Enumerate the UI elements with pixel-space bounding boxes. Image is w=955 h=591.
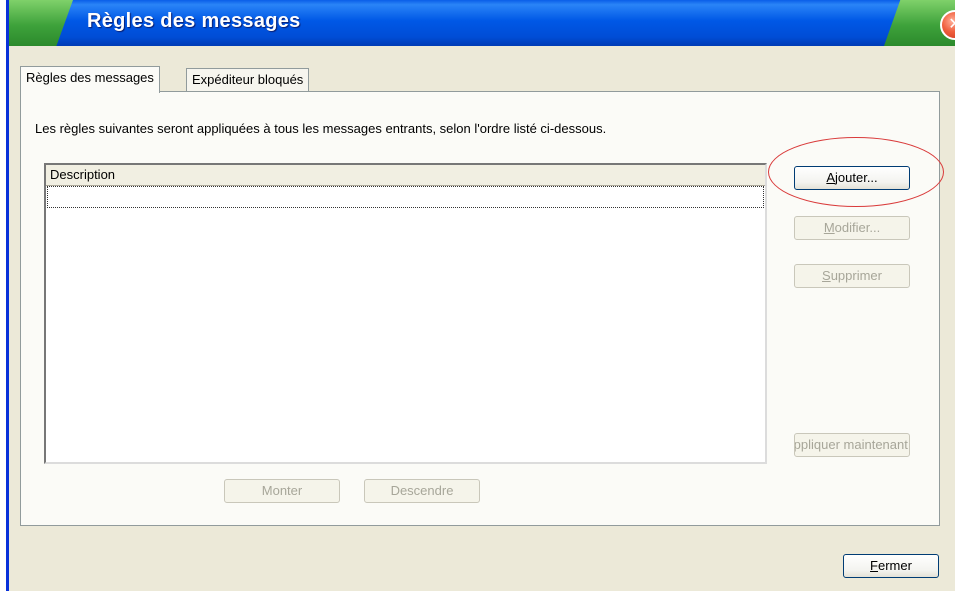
move-down-button[interactable]: Descendre [364,479,480,503]
delete-button-accel: S [822,268,831,283]
list-focus-row[interactable] [47,186,764,208]
apply-now-label: Appliquer maintenant [794,437,908,452]
modify-button-label-post: odifier... [834,220,881,235]
apply-now-button[interactable]: Appliquer maintenant [794,433,910,457]
title-decoration-left [9,0,73,46]
rules-description: Les règles suivantes seront appliquées à… [35,121,607,136]
tab-blocked-senders[interactable]: Expéditeur bloqués [186,68,310,91]
delete-button[interactable]: Supprimer [794,264,910,288]
window-title: Règles des messages [87,10,301,32]
delete-button-label-post: upprimer [830,268,882,283]
close-button-label-post: ermer [878,558,912,573]
close-button[interactable]: Fermer [843,554,939,578]
modify-button[interactable]: Modifier... [794,216,910,240]
move-up-button[interactable]: Monter [224,479,340,503]
modify-button-accel: M [823,220,835,235]
tab-message-rules[interactable]: Règles des messages [20,66,160,93]
rules-list[interactable]: Description [44,163,767,464]
close-button-accel: F [870,558,878,573]
red-circle-annotation [768,137,944,207]
column-header-description[interactable]: Description [46,165,765,186]
title-bar[interactable]: Règles des messages ✕ [9,0,955,46]
